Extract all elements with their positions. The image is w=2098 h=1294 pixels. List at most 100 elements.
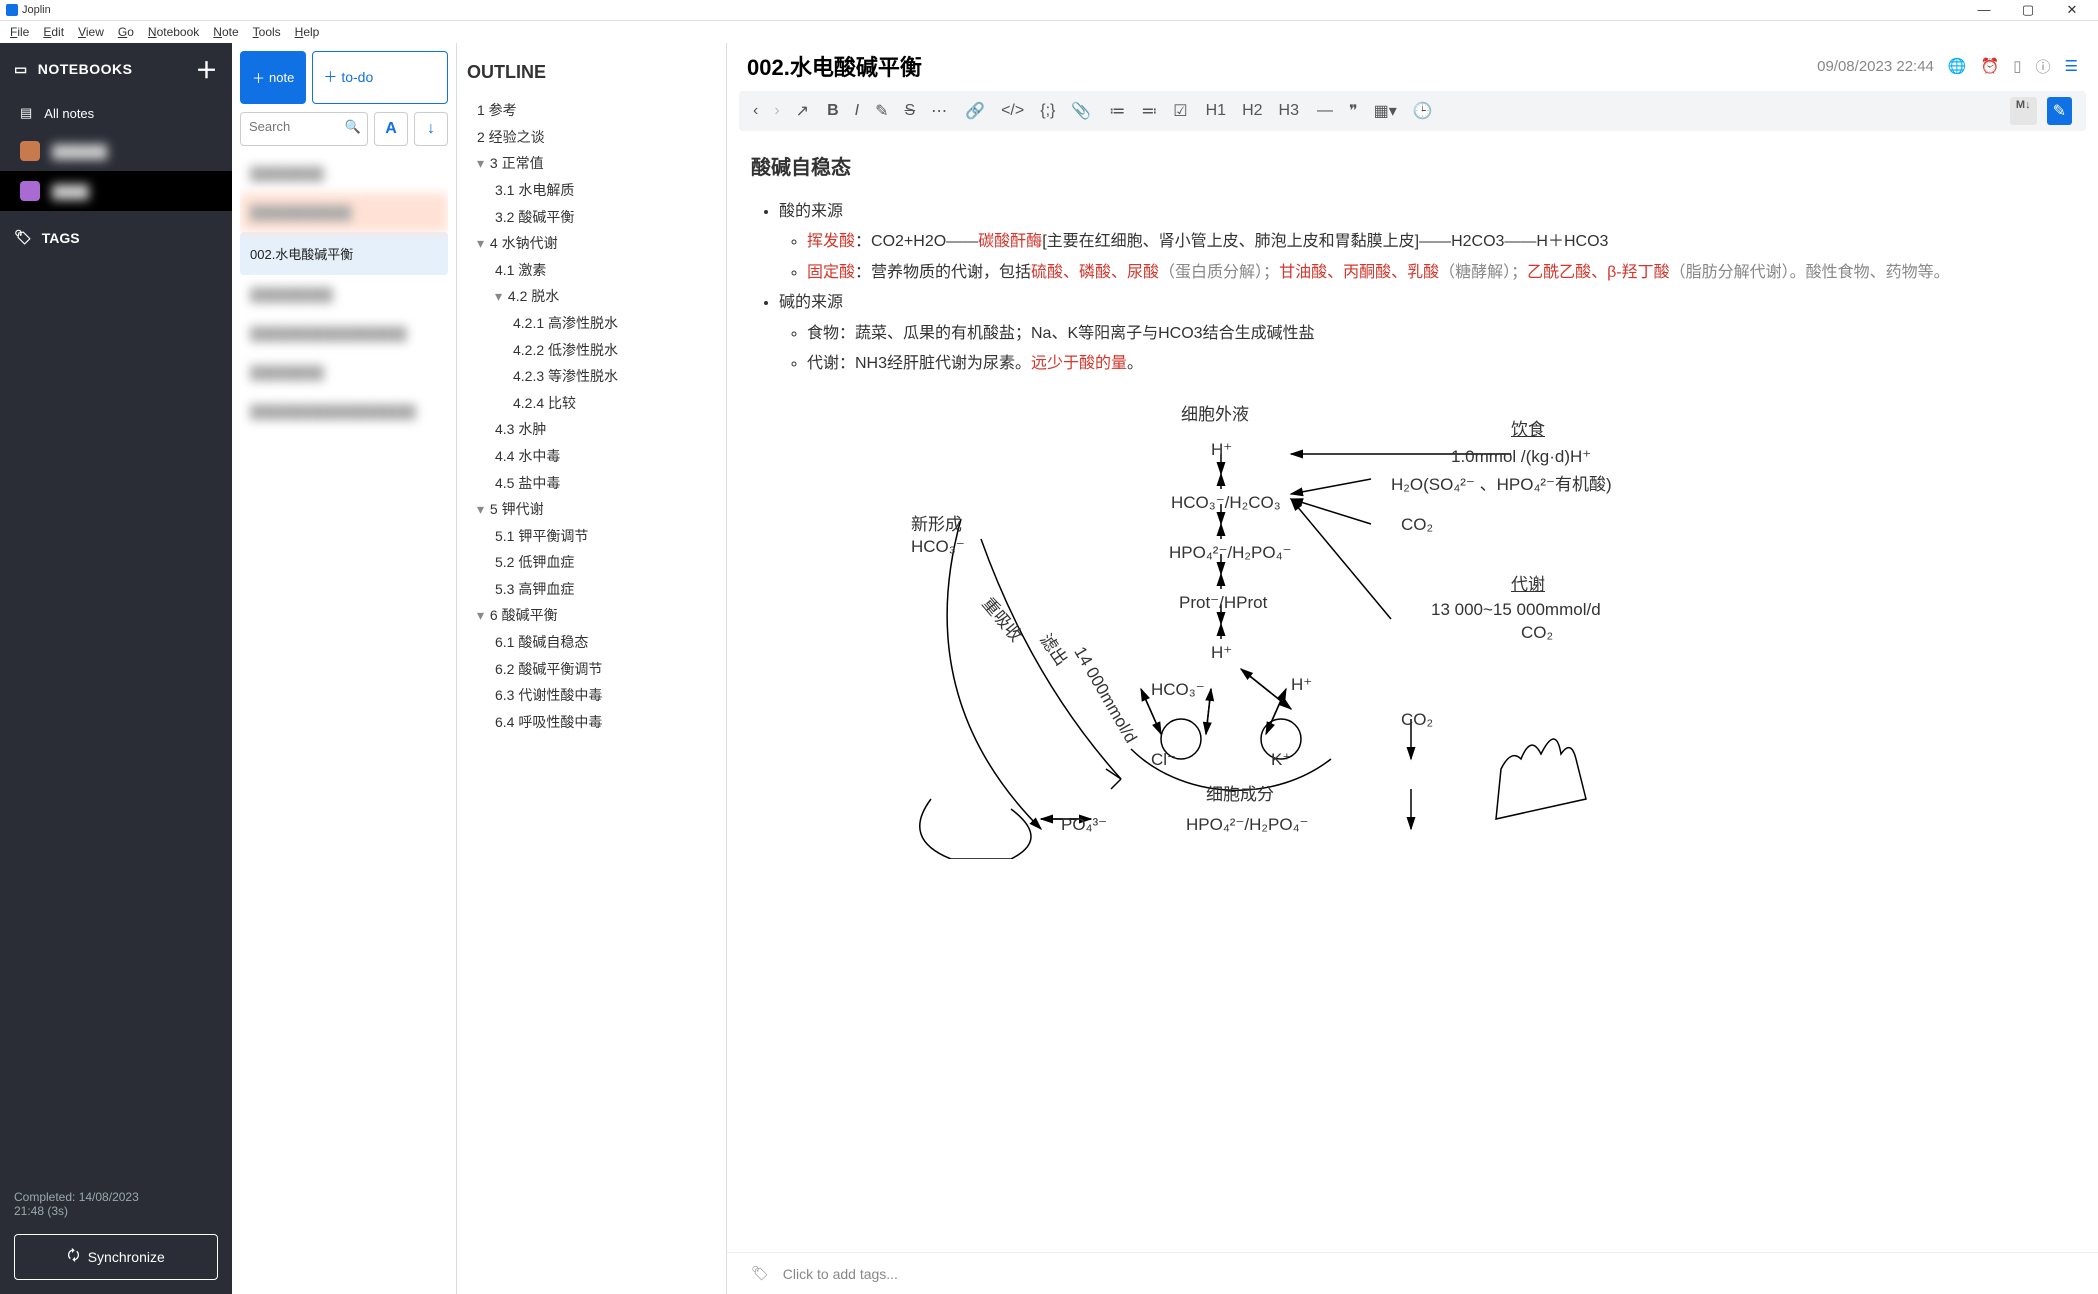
outline-item[interactable]: ▾ 5 钾代谢 bbox=[467, 496, 716, 523]
more-icon[interactable]: ⋯ bbox=[931, 101, 947, 121]
menu-notebook[interactable]: Notebook bbox=[148, 25, 199, 39]
markdown-toggle[interactable]: M↓ bbox=[2010, 97, 2037, 125]
code-icon[interactable]: </> bbox=[1001, 102, 1024, 120]
note-list-item[interactable]: ████████ bbox=[240, 154, 448, 193]
bold-icon[interactable]: B bbox=[827, 102, 839, 120]
tags-label: TAGS bbox=[42, 230, 80, 246]
highlight-icon[interactable]: ✎ bbox=[875, 101, 888, 121]
sort-direction-button[interactable]: ↓ bbox=[414, 112, 448, 146]
outline-item[interactable]: 5.1 钾平衡调节 bbox=[467, 523, 716, 550]
window-minimize[interactable]: — bbox=[1962, 2, 2006, 18]
outline-item[interactable]: 4.4 水中毒 bbox=[467, 443, 716, 470]
outline-item[interactable]: 4.5 盐中毒 bbox=[467, 470, 716, 497]
search-icon[interactable]: 🔍 bbox=[345, 119, 361, 135]
titlebar: Joplin — ▢ ✕ bbox=[0, 0, 2098, 21]
note-timestamp: 09/08/2023 22:44 bbox=[1817, 58, 1934, 75]
outline-item[interactable]: 5.3 高钾血症 bbox=[467, 576, 716, 603]
outline-item[interactable]: 4.1 激素 bbox=[467, 257, 716, 284]
outline-item[interactable]: 4.2.1 高渗性脱水 bbox=[467, 310, 716, 337]
notebook-item-1[interactable]: ██████ bbox=[0, 131, 232, 171]
checklist-icon[interactable]: ☑ bbox=[1173, 101, 1187, 121]
search-input[interactable] bbox=[249, 119, 348, 134]
outline-item[interactable]: ▾ 4.2 脱水 bbox=[467, 283, 716, 310]
sort-button[interactable]: A bbox=[374, 112, 408, 146]
properties-icon[interactable]: ☰ bbox=[2065, 57, 2078, 75]
bullet: 酸的来源 挥发酸：CO2+H2O——碳酸酐酶[主要在红细胞、肾小管上皮、肺泡上皮… bbox=[779, 197, 2074, 288]
outline-item[interactable]: ▾ 4 水钠代谢 bbox=[467, 230, 716, 257]
attachment-icon[interactable]: 📎 bbox=[1071, 101, 1091, 121]
h3-icon[interactable]: H3 bbox=[1279, 102, 1299, 120]
outline-item[interactable]: ▾ 3 正常值 bbox=[467, 150, 716, 177]
window-maximize[interactable]: ▢ bbox=[2006, 2, 2050, 18]
sidebar: ▭ NOTEBOOKS ＋ ▤ All notes ██████ ████ 🏷 … bbox=[0, 43, 232, 1294]
globe-icon[interactable]: 🌐 bbox=[1948, 57, 1967, 75]
new-todo-button[interactable]: ＋ to-do bbox=[312, 51, 448, 104]
all-notes[interactable]: ▤ All notes bbox=[0, 95, 232, 131]
add-tags-link[interactable]: Click to add tags... bbox=[783, 1266, 898, 1282]
note-content[interactable]: 酸碱自稳态 酸的来源 挥发酸：CO2+H2O——碳酸酐酶[主要在红细胞、肾小管上… bbox=[727, 137, 2098, 1252]
outline-item[interactable]: 3.2 酸碱平衡 bbox=[467, 204, 716, 231]
time-icon[interactable]: 🕒 bbox=[1413, 101, 1433, 121]
sub-bullet: 固定酸：营养物质的代谢，包括硫酸、磷酸、尿酸（蛋白质分解）；甘油酸、丙酮酸、乳酸… bbox=[807, 258, 2074, 288]
layout-icon[interactable]: ▯ bbox=[2013, 57, 2021, 75]
menu-go[interactable]: Go bbox=[118, 25, 134, 39]
strike-icon[interactable]: S bbox=[904, 102, 915, 120]
synchronize-button[interactable]: 🗘 Synchronize bbox=[14, 1234, 218, 1280]
note-list-item[interactable]: ███████████ bbox=[240, 193, 448, 232]
outline-item[interactable]: 6.3 代谢性酸中毒 bbox=[467, 682, 716, 709]
app-title: Joplin bbox=[22, 4, 51, 16]
numbered-list-icon[interactable]: ≕ bbox=[1141, 101, 1157, 121]
outline-item[interactable]: 2 经验之谈 bbox=[467, 124, 716, 151]
outline-item[interactable]: 4.2.2 低渗性脱水 bbox=[467, 337, 716, 364]
external-link-icon[interactable]: ↗ bbox=[796, 101, 809, 121]
outline-item[interactable]: 4.2.4 比较 bbox=[467, 390, 716, 417]
table-icon[interactable]: ▦▾ bbox=[1374, 101, 1397, 121]
bullet-list-icon[interactable]: ≔ bbox=[1109, 101, 1125, 121]
sub-bullet: 代谢：NH3经肝脏代谢为尿素。远少于酸的量。 bbox=[807, 349, 2074, 379]
outline-item[interactable]: ▾ 6 酸碱平衡 bbox=[467, 602, 716, 629]
outline-item[interactable]: 5.2 低钾血症 bbox=[467, 549, 716, 576]
outline-item[interactable]: 6.2 酸碱平衡调节 bbox=[467, 656, 716, 683]
note-list-panel: ＋ note ＋ to-do 🔍 A ↓ ███████████████████… bbox=[232, 43, 457, 1294]
note-list-item[interactable]: █████████ bbox=[240, 275, 448, 314]
outline-item[interactable]: 6.4 呼吸性酸中毒 bbox=[467, 709, 716, 736]
italic-icon[interactable]: I bbox=[855, 102, 859, 120]
outline-item[interactable]: 4.2.3 等渗性脱水 bbox=[467, 363, 716, 390]
h2-icon[interactable]: H2 bbox=[1242, 102, 1262, 120]
link-icon[interactable]: 🔗 bbox=[965, 101, 985, 121]
menu-edit[interactable]: Edit bbox=[43, 25, 64, 39]
tag-icon: 🏷 bbox=[14, 229, 32, 246]
app-icon bbox=[6, 4, 18, 16]
window-close[interactable]: ✕ bbox=[2050, 2, 2094, 18]
note-list-item[interactable]: 002.水电酸碱平衡 bbox=[240, 232, 448, 275]
bullet: 碱的来源 食物：蔬菜、瓜果的有机酸盐；Na、K等阳离子与HCO3结合生成碱性盐 … bbox=[779, 288, 2074, 379]
notebook-item-2[interactable]: ████ bbox=[0, 171, 232, 211]
menu-view[interactable]: View bbox=[78, 25, 104, 39]
info-icon[interactable]: ⓘ bbox=[2036, 56, 2051, 77]
forward-icon[interactable]: › bbox=[774, 102, 779, 120]
outline-item[interactable]: 3.1 水电解质 bbox=[467, 177, 716, 204]
outline-item[interactable]: 6.1 酸碱自稳态 bbox=[467, 629, 716, 656]
h1-icon[interactable]: H1 bbox=[1206, 102, 1226, 120]
quote-icon[interactable]: ❞ bbox=[1349, 101, 1358, 121]
codeblock-icon[interactable]: {;} bbox=[1040, 102, 1055, 120]
back-icon[interactable]: ‹ bbox=[753, 102, 758, 120]
notebooks-label: NOTEBOOKS bbox=[38, 61, 133, 77]
new-note-button[interactable]: ＋ note bbox=[240, 51, 306, 104]
note-title-input[interactable] bbox=[747, 53, 1817, 79]
notebook-2-label: ████ bbox=[52, 184, 89, 199]
menu-note[interactable]: Note bbox=[213, 25, 238, 39]
notebook-1-label: ██████ bbox=[52, 144, 107, 159]
hr-icon[interactable]: ― bbox=[1317, 102, 1333, 120]
edit-mode-toggle[interactable]: ✎ bbox=[2047, 97, 2072, 125]
add-notebook-button[interactable]: ＋ bbox=[195, 53, 218, 85]
note-list-item[interactable]: ████████ bbox=[240, 353, 448, 392]
alarm-icon[interactable]: ⏰ bbox=[1981, 57, 2000, 75]
note-list-item[interactable]: ██████████████████ bbox=[240, 392, 448, 431]
menu-file[interactable]: File bbox=[10, 25, 29, 39]
note-list-item[interactable]: █████████████████ bbox=[240, 314, 448, 353]
menu-tools[interactable]: Tools bbox=[253, 25, 281, 39]
outline-item[interactable]: 1 参考 bbox=[467, 97, 716, 124]
menu-help[interactable]: Help bbox=[295, 25, 320, 39]
outline-item[interactable]: 4.3 水肿 bbox=[467, 416, 716, 443]
